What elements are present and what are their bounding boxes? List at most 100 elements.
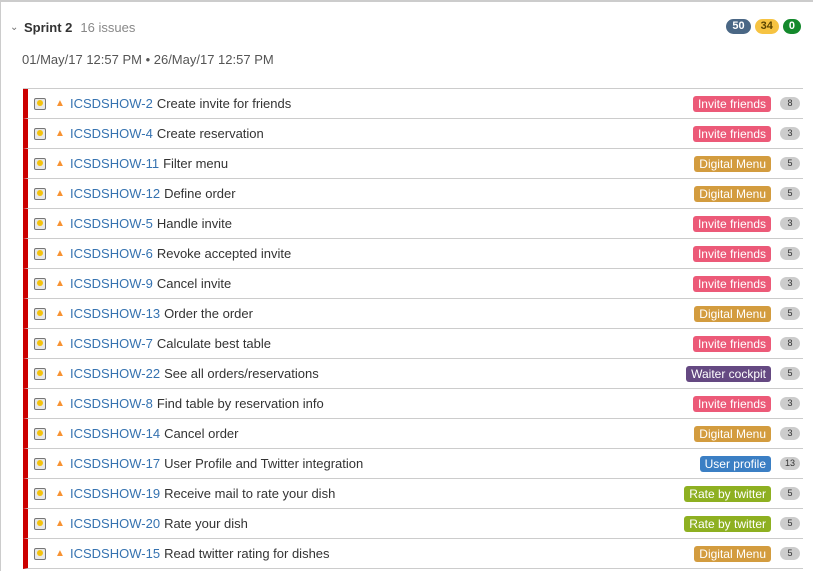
priority-up-arrow-icon: ▲	[55, 548, 65, 559]
issue-summary: Cancel order	[164, 426, 239, 441]
issue-row[interactable]: ▲ ICSDSHOW-19 Receive mail to rate your di…	[23, 479, 803, 509]
priority-up-arrow-icon: ▲	[55, 98, 65, 109]
issue-summary: Filter menu	[163, 156, 229, 171]
issue-key[interactable]: ICSDSHOW-22	[70, 366, 160, 381]
issue-key[interactable]: ICSDSHOW-14	[70, 426, 160, 441]
issue-summary: Receive mail to rate your dish	[164, 486, 336, 501]
priority-up-arrow-icon: ▲	[55, 338, 65, 349]
issue-row[interactable]: ▲ ICSDSHOW-4 Create reservation Invite frie…	[23, 119, 803, 149]
issue-summary: Read twitter rating for dishes	[164, 546, 330, 561]
issue-summary: Revoke accepted invite	[156, 246, 292, 261]
issue-key[interactable]: ICSDSHOW-6	[70, 246, 153, 261]
issue-row[interactable]: ▲ ICSDSHOW-5 Handle invite Invite friends 3	[23, 209, 803, 239]
issue-row[interactable]: ▲ ICSDSHOW-12 Define order Digital Menu 5	[23, 179, 803, 209]
sprint-dates: 01/May/17 12:57 PM • 26/May/17 12:57 PM	[22, 52, 274, 67]
issue-key[interactable]: ICSDSHOW-20	[70, 516, 160, 531]
issue-summary: Create invite for friends	[156, 96, 292, 111]
issue-summary: Create reservation	[156, 126, 264, 141]
priority-up-arrow-icon: ▲	[55, 428, 65, 439]
story-lightbulb-icon	[34, 517, 46, 530]
issue-row[interactable]: ▲ ICSDSHOW-13 Order the order Digital Menu 5	[23, 299, 803, 329]
estimate-badge: 5	[780, 487, 800, 500]
issue-key[interactable]: ICSDSHOW-11	[70, 156, 159, 171]
issue-key[interactable]: ICSDSHOW-17	[70, 456, 160, 471]
issue-key[interactable]: ICSDSHOW-9	[70, 276, 153, 291]
priority-up-arrow-icon: ▲	[55, 488, 65, 499]
epic-label[interactable]: Invite friends	[692, 245, 771, 262]
issue-list: ▲ ICSDSHOW-2 Create invite for friends Invi…	[23, 88, 803, 569]
estimate-badge: 13	[780, 457, 800, 470]
issue-key[interactable]: ICSDSHOW-15	[70, 546, 160, 561]
issue-summary: Cancel invite	[156, 276, 232, 291]
story-lightbulb-icon	[34, 187, 46, 200]
epic-label[interactable]: Digital Menu	[694, 545, 771, 562]
estimate-badge: 5	[780, 307, 800, 320]
chevron-down-icon[interactable]: ⌄	[10, 22, 20, 33]
epic-label[interactable]: Invite friends	[692, 95, 771, 112]
epic-label[interactable]: Digital Menu	[694, 425, 771, 442]
story-lightbulb-icon	[34, 157, 46, 170]
story-lightbulb-icon	[34, 97, 46, 110]
issue-row[interactable]: ▲ ICSDSHOW-7 Calculate best table Invite fr…	[23, 329, 803, 359]
estimate-badge: 3	[780, 427, 800, 440]
estimate-badge: 8	[780, 97, 800, 110]
issue-row[interactable]: ▲ ICSDSHOW-15 Read twitter rating for dish…	[23, 539, 803, 569]
issue-key[interactable]: ICSDSHOW-19	[70, 486, 160, 501]
story-lightbulb-icon	[34, 247, 46, 260]
epic-label[interactable]: Digital Menu	[694, 185, 771, 202]
priority-up-arrow-icon: ▲	[55, 398, 65, 409]
issue-row[interactable]: ▲ ICSDSHOW-8 Find table by reservation inf…	[23, 389, 803, 419]
story-lightbulb-icon	[34, 487, 46, 500]
issue-row[interactable]: ▲ ICSDSHOW-14 Cancel order Digital Menu 3	[23, 419, 803, 449]
issue-summary: Handle invite	[156, 216, 232, 231]
issue-row[interactable]: ▲ ICSDSHOW-20 Rate your dish Rate by twitte…	[23, 509, 803, 539]
estimate-badge: 5	[780, 367, 800, 380]
epic-label[interactable]: Invite friends	[692, 215, 771, 232]
epic-label[interactable]: Digital Menu	[694, 305, 771, 322]
issue-row[interactable]: ▲ ICSDSHOW-22 See all orders/reservations W…	[23, 359, 803, 389]
epic-label[interactable]: Invite friends	[692, 125, 771, 142]
epic-label[interactable]: Invite friends	[692, 395, 771, 412]
issue-key[interactable]: ICSDSHOW-13	[70, 306, 160, 321]
priority-up-arrow-icon: ▲	[55, 248, 65, 259]
issue-key[interactable]: ICSDSHOW-4	[70, 126, 153, 141]
estimate-badge: 5	[780, 187, 800, 200]
issue-key[interactable]: ICSDSHOW-12	[70, 186, 160, 201]
issue-row[interactable]: ▲ ICSDSHOW-9 Cancel invite Invite friends 3	[23, 269, 803, 299]
priority-up-arrow-icon: ▲	[55, 368, 65, 379]
estimate-badge: 5	[780, 157, 800, 170]
priority-up-arrow-icon: ▲	[55, 518, 65, 529]
priority-up-arrow-icon: ▲	[55, 458, 65, 469]
epic-label[interactable]: Digital Menu	[694, 155, 771, 172]
status-counts: 50 34 0	[726, 19, 801, 34]
issue-row[interactable]: ▲ ICSDSHOW-11 Filter menu Digital Menu 5	[23, 149, 803, 179]
epic-label[interactable]: Rate by twitter	[684, 515, 771, 532]
issue-key[interactable]: ICSDSHOW-2	[70, 96, 153, 111]
epic-label[interactable]: Rate by twitter	[684, 485, 771, 502]
done-count-badge: 0	[782, 19, 801, 34]
story-lightbulb-icon	[34, 427, 46, 440]
issue-summary: Order the order	[164, 306, 253, 321]
epic-label[interactable]: Waiter cockpit	[686, 365, 771, 382]
issue-key[interactable]: ICSDSHOW-8	[70, 396, 153, 411]
estimate-badge: 5	[780, 517, 800, 530]
story-lightbulb-icon	[34, 277, 46, 290]
epic-label[interactable]: Invite friends	[692, 335, 771, 352]
issue-key[interactable]: ICSDSHOW-5	[70, 216, 153, 231]
issue-key[interactable]: ICSDSHOW-7	[70, 336, 153, 351]
priority-up-arrow-icon: ▲	[55, 308, 65, 319]
issue-summary: Calculate best table	[156, 336, 272, 351]
epic-label[interactable]: User profile	[699, 455, 771, 472]
sprint-header[interactable]: ⌄ Sprint 2 16 issues	[10, 17, 135, 37]
estimate-badge: 5	[780, 247, 800, 260]
issue-summary: Find table by reservation info	[156, 396, 324, 411]
priority-up-arrow-icon: ▲	[55, 158, 65, 169]
issue-row[interactable]: ▲ ICSDSHOW-6 Revoke accepted invite Invite …	[23, 239, 803, 269]
story-lightbulb-icon	[34, 547, 46, 560]
issue-row[interactable]: ▲ ICSDSHOW-17 User Profile and Twitter int…	[23, 449, 803, 479]
epic-label[interactable]: Invite friends	[692, 275, 771, 292]
priority-up-arrow-icon: ▲	[55, 218, 65, 229]
story-lightbulb-icon	[34, 217, 46, 230]
sprint-panel: ⌄ Sprint 2 16 issues 01/May/17 12:57 PM …	[0, 0, 813, 571]
issue-row[interactable]: ▲ ICSDSHOW-2 Create invite for friends Invi…	[23, 89, 803, 119]
